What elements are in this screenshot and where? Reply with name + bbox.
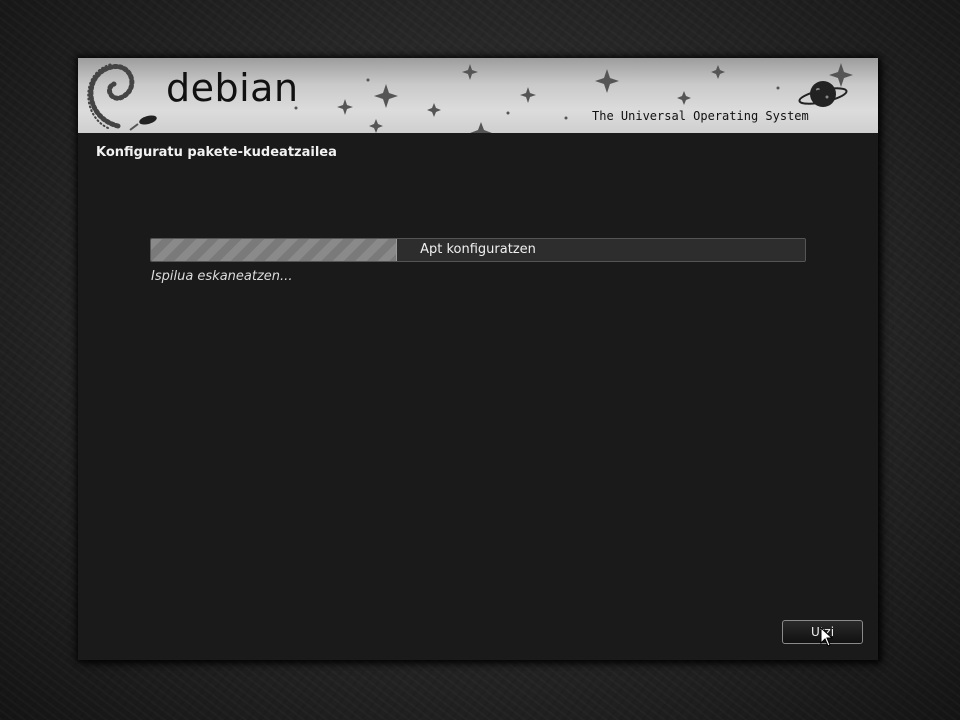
installer-window: debian The Universal Operating System Ko…: [78, 58, 878, 660]
mouse-pointer-icon: [820, 627, 834, 647]
progress-bar-label: Apt konfiguratzen: [420, 242, 536, 257]
status-message: Ispilua eskaneatzen...: [151, 269, 293, 284]
debian-banner: debian The Universal Operating System: [78, 58, 878, 133]
progress-bar: Apt konfiguratzen: [150, 238, 806, 262]
debian-swirl-icon: [87, 63, 135, 129]
banner-tagline: The Universal Operating System: [592, 109, 809, 123]
rocket-icon: [129, 115, 157, 131]
page-title: Konfiguratu pakete-kudeatzailea: [96, 145, 337, 160]
debian-logo-text: debian: [166, 66, 299, 110]
